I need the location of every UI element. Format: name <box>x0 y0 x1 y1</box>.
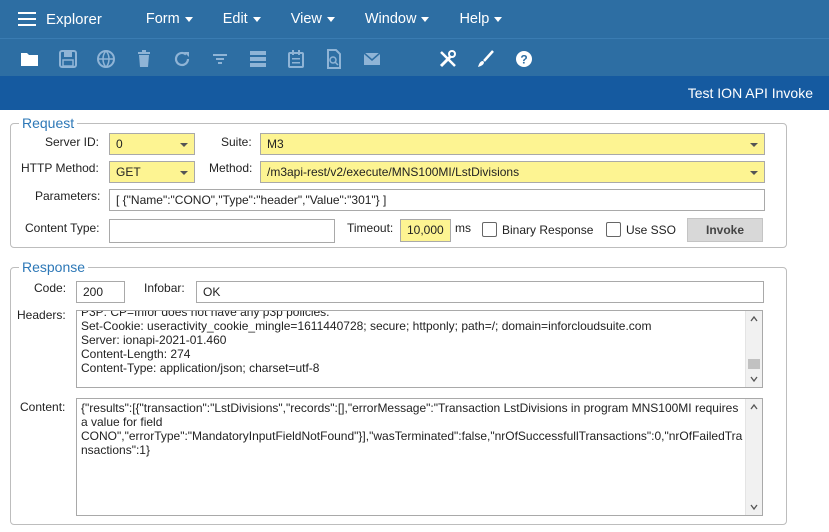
headers-scroll-thumb[interactable] <box>748 359 760 369</box>
code-field[interactable]: 200 <box>76 281 125 303</box>
binary-response-label: Binary Response <box>502 223 594 237</box>
server-id-select[interactable]: 0 <box>109 133 195 155</box>
window-title-bar: Test ION API Invoke <box>0 76 829 110</box>
chevron-down-icon[interactable] <box>750 503 758 511</box>
app-title[interactable]: Explorer <box>46 11 102 28</box>
globe-icon[interactable] <box>96 49 116 69</box>
header-line: Content-Length: 274 <box>81 347 191 361</box>
infobar-field[interactable]: OK <box>196 281 764 303</box>
tools-icon[interactable] <box>438 49 458 69</box>
content-type-input[interactable] <box>109 219 335 243</box>
content-scrollbar[interactable] <box>745 399 762 515</box>
binary-response-checkbox[interactable] <box>482 222 497 237</box>
save-icon[interactable] <box>58 49 78 69</box>
content-line: a value for field <box>81 415 163 429</box>
timeout-unit: ms <box>455 221 471 235</box>
headers-scrollbar[interactable] <box>745 311 762 387</box>
invoke-button[interactable]: Invoke <box>687 218 763 242</box>
chevron-down-icon <box>252 17 261 22</box>
list-icon[interactable] <box>248 49 268 69</box>
header-line: Set-Cookie: useractivity_cookie_mingle=1… <box>81 319 652 333</box>
chevron-down-icon <box>180 143 188 147</box>
menu-edit[interactable]: Edit <box>223 11 261 27</box>
trash-icon[interactable] <box>134 49 154 69</box>
chevron-down-icon[interactable] <box>750 375 758 383</box>
use-sso-label: Use SSO <box>626 223 677 237</box>
chevron-up-icon[interactable] <box>750 403 758 411</box>
chevron-down-icon <box>180 171 188 175</box>
menu-form[interactable]: Form <box>146 11 193 27</box>
header-line: P3P: CP=Infor does not have any p3p poli… <box>81 310 330 319</box>
headers-label: Headers: <box>17 308 66 322</box>
content-type-label: Content Type: <box>25 221 100 235</box>
help-icon[interactable]: ? <box>514 49 534 69</box>
content-textarea[interactable]: {"results":[{"transaction":"LstDivisions… <box>76 398 763 516</box>
http-method-select[interactable]: GET <box>109 161 195 183</box>
hamburger-menu-icon[interactable] <box>18 12 36 26</box>
filter-icon[interactable] <box>210 49 230 69</box>
document-search-icon[interactable] <box>324 49 344 69</box>
method-label: Method: <box>209 161 253 175</box>
header-line: Server: ionapi-2021-01.460 <box>81 333 227 347</box>
mail-icon[interactable] <box>362 49 382 69</box>
menu-help[interactable]: Help <box>459 11 503 27</box>
window-title: Test ION API Invoke <box>687 85 813 101</box>
brush-icon[interactable] <box>476 49 496 69</box>
toolbar: ? <box>0 38 829 76</box>
chevron-down-icon <box>750 171 758 175</box>
http-method-label: HTTP Method: <box>21 161 99 175</box>
chevron-down-icon <box>421 17 430 22</box>
calendar-icon[interactable] <box>286 49 306 69</box>
content-label: Content: <box>20 400 66 414</box>
content-area: Request Server ID: 0 Suite: M3 HTTP Meth… <box>0 110 829 532</box>
chevron-up-icon[interactable] <box>750 315 758 323</box>
content-line: nsactions":1} <box>81 443 150 457</box>
chevron-down-icon <box>326 17 335 22</box>
menu-window[interactable]: Window <box>365 11 430 27</box>
headers-lines: P3P: CP=Infor does not have any p3p poli… <box>81 310 758 375</box>
content-line: CONO","errorType":"MandatoryInputFieldNo… <box>81 429 743 443</box>
content-line: {"results":[{"transaction":"LstDivisions… <box>81 401 739 415</box>
use-sso-checkbox[interactable] <box>606 222 621 237</box>
menu-view[interactable]: View <box>291 11 335 27</box>
timeout-label: Timeout: <box>347 221 394 235</box>
menu-bar: Explorer Form Edit View Window Help <box>0 0 829 38</box>
infobar-label: Infobar: <box>144 281 185 295</box>
refresh-icon[interactable] <box>172 49 192 69</box>
folder-open-icon[interactable] <box>20 49 40 69</box>
chevron-down-icon <box>494 17 503 22</box>
request-legend: Request <box>22 115 75 131</box>
headers-textarea[interactable]: P3P: CP=Infor does not have any p3p poli… <box>76 310 763 388</box>
parameters-label: Parameters: <box>35 189 101 203</box>
header-line: Content-Type: application/json; charset=… <box>81 361 320 375</box>
suite-label: Suite: <box>221 135 252 149</box>
response-legend: Response <box>22 259 86 275</box>
timeout-input[interactable]: 10,000 <box>400 219 451 242</box>
server-id-label: Server ID: <box>45 135 100 149</box>
code-label: Code: <box>34 281 67 295</box>
parameters-input[interactable]: [ {"Name":"CONO","Type":"header","Value"… <box>109 189 765 211</box>
method-select[interactable]: /m3api-rest/v2/execute/MNS100MI/LstDivis… <box>260 161 765 183</box>
chevron-down-icon <box>184 17 193 22</box>
chevron-down-icon <box>750 143 758 147</box>
suite-select[interactable]: M3 <box>260 133 765 155</box>
content-lines: {"results":[{"transaction":"LstDivisions… <box>81 401 745 457</box>
svg-text:?: ? <box>520 53 527 67</box>
